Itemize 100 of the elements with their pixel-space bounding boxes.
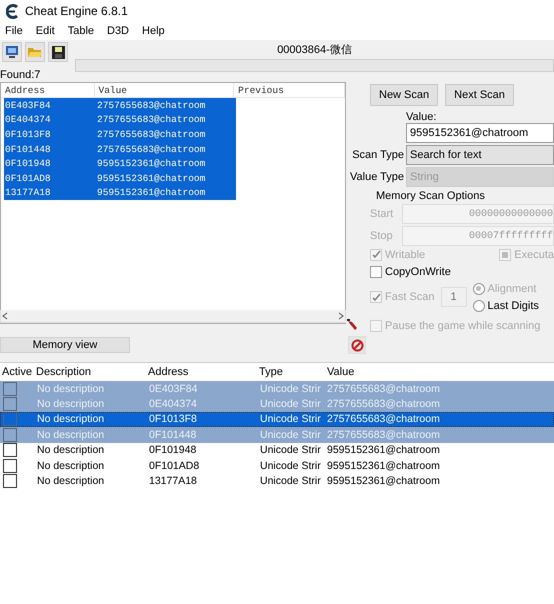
table-cell: 0F101948 <box>149 444 196 456</box>
table-cell-text: 0F101AD8 <box>4 172 52 184</box>
save-icon[interactable] <box>48 42 68 62</box>
table-cell-text: 0E403F84 <box>4 100 52 111</box>
table-cell: Unicode Strir <box>260 382 321 395</box>
computer-icon[interactable] <box>2 42 22 62</box>
checkbox[interactable] <box>3 412 17 426</box>
table-cell: No description <box>37 460 104 472</box>
table-cell-text: 13177A18 <box>4 187 52 198</box>
table-cell: Unicode Strir <box>260 428 321 441</box>
scan-type-dropdown[interactable]: Search for text <box>406 145 554 165</box>
column-header[interactable]: Description <box>36 366 92 378</box>
column-header[interactable]: Type <box>259 366 283 378</box>
table-cell: No description <box>37 428 104 441</box>
next-scan-button[interactable]: Next Scan <box>445 84 514 106</box>
value-label: Value: <box>406 111 438 123</box>
checkbox-label: Writable <box>385 248 426 260</box>
window-title: Cheat Engine 6.8.1 <box>25 4 128 18</box>
table-cell: 0F101448 <box>149 428 196 441</box>
checkbox[interactable] <box>3 428 17 442</box>
found-row[interactable]: 0F101948 9595152361@chatroom <box>4 156 236 171</box>
table-row[interactable]: No description 0F101AD8 Unicode Strir 9595152361@chatroom <box>0 458 554 474</box>
checkbox-label: Pause the game while scanning <box>385 320 540 332</box>
found-row[interactable]: 0F101448 2757655683@chatroom <box>4 142 236 156</box>
table-cell-text: 0E404374 <box>4 114 52 126</box>
pointer-icon[interactable] <box>346 318 360 332</box>
checkbox[interactable] <box>3 382 17 396</box>
table-row[interactable]: No description 0F101948 Unicode Strir 9595152361@chatroom <box>0 442 554 458</box>
table-cell: No description <box>37 398 104 410</box>
menu-item[interactable]: Table <box>68 25 94 37</box>
memory-view-button[interactable]: Memory view <box>0 337 130 353</box>
table-cell: Unicode Strir <box>260 475 321 488</box>
table-cell: 9595152361@chatroom <box>96 158 206 170</box>
checkbox-label: Fast Scan <box>385 291 435 303</box>
table-row[interactable]: No description 13177A18 Unicode Strir 9595152361@chatroom <box>0 473 554 489</box>
table-cell: Unicode Strir <box>260 413 321 426</box>
stop-label: Stop <box>370 230 394 242</box>
checkbox-label: Executa <box>514 248 554 260</box>
checkbox[interactable] <box>3 443 17 458</box>
table-cell: No description <box>37 475 104 488</box>
new-scan-button[interactable]: New Scan <box>370 84 438 106</box>
scroll-right-icon[interactable] <box>337 312 345 320</box>
table-cell: Unicode Strir <box>260 444 321 456</box>
found-count: Found:7 <box>0 68 42 82</box>
table-cell-text: 0F101448 <box>4 144 52 155</box>
app-logo-icon <box>6 4 19 18</box>
column-header[interactable]: Value <box>327 366 354 378</box>
table-cell: 2757655683@chatroom <box>96 128 206 140</box>
table-row[interactable]: No description 0F1013F8 Unicode Strir 2757655683@chatroom <box>0 412 554 428</box>
table-cell-text: 0F1013F8 <box>4 128 52 140</box>
radio-button[interactable] <box>472 300 485 312</box>
table-cell: 2757655683@chatroom <box>327 382 440 395</box>
checkbox[interactable] <box>370 266 382 278</box>
clear-icon[interactable] <box>348 336 366 354</box>
found-row[interactable]: 0F101AD8 9595152361@chatroom <box>4 170 236 186</box>
column-header[interactable]: Value <box>94 83 234 97</box>
radio-label: Alignment <box>488 282 536 294</box>
table-cell: 2757655683@chatroom <box>327 428 440 441</box>
column-header[interactable]: Previous <box>234 83 345 97</box>
found-row[interactable]: 0F1013F8 2757655683@chatroom <box>4 127 236 142</box>
table-cell-text: 0F101948 <box>4 158 52 170</box>
table-cell: No description <box>37 382 104 395</box>
column-header[interactable]: Address <box>1 83 94 97</box>
checkbox[interactable] <box>3 474 17 488</box>
table-cell: 0F1013F8 <box>149 413 197 426</box>
table-cell: 2757655683@chatroom <box>96 144 206 155</box>
fast-scan-field[interactable]: 1 <box>440 287 467 307</box>
checkbox-label: CopyOnWrite <box>385 266 451 278</box>
scan-type-label: Scan Type <box>351 149 405 161</box>
menu-item[interactable]: Edit <box>36 25 55 37</box>
checkbox[interactable] <box>3 397 17 412</box>
table-cell: No description <box>37 444 104 456</box>
found-row[interactable]: 0E403F84 2757655683@chatroom <box>4 98 236 113</box>
table-cell: 2757655683@chatroom <box>96 100 206 111</box>
found-row[interactable]: 0E404374 2757655683@chatroom <box>4 112 236 128</box>
found-row[interactable]: 13177A18 9595152361@chatroom <box>4 186 236 200</box>
menu-item[interactable]: File <box>5 25 23 37</box>
table-cell: 9595152361@chatroom <box>327 460 440 472</box>
column-header[interactable]: Active <box>2 366 32 378</box>
process-title: 00003864-微信 <box>277 43 352 57</box>
table-cell: 13177A18 <box>149 475 197 488</box>
table-cell: 0F101AD8 <box>149 460 200 472</box>
table-cell: 9595152361@chatroom <box>327 444 440 456</box>
table-cell: 9595152361@chatroom <box>96 172 206 184</box>
value-field[interactable]: 9595152361@chatroom <box>406 123 554 143</box>
checkbox[interactable] <box>3 458 17 473</box>
table-cell: 9595152361@chatroom <box>327 475 440 488</box>
menu-item[interactable]: Help <box>142 25 165 37</box>
scroll-left-icon[interactable] <box>1 312 9 320</box>
radio-label: Last Digits <box>488 300 539 312</box>
group-title: Memory Scan Options <box>376 190 486 202</box>
column-header[interactable]: Address <box>148 366 188 378</box>
table-cell: Unicode Strir <box>260 460 321 472</box>
value-type-label: Value Type <box>350 171 406 183</box>
table-cell: 2757655683@chatroom <box>327 413 440 426</box>
table-cell: 0E404374 <box>149 398 197 410</box>
menu-item[interactable]: D3D <box>107 25 130 37</box>
table-cell: 0E403F84 <box>149 382 198 395</box>
start-label: Start <box>370 208 394 220</box>
table-cell: No description <box>37 413 104 426</box>
